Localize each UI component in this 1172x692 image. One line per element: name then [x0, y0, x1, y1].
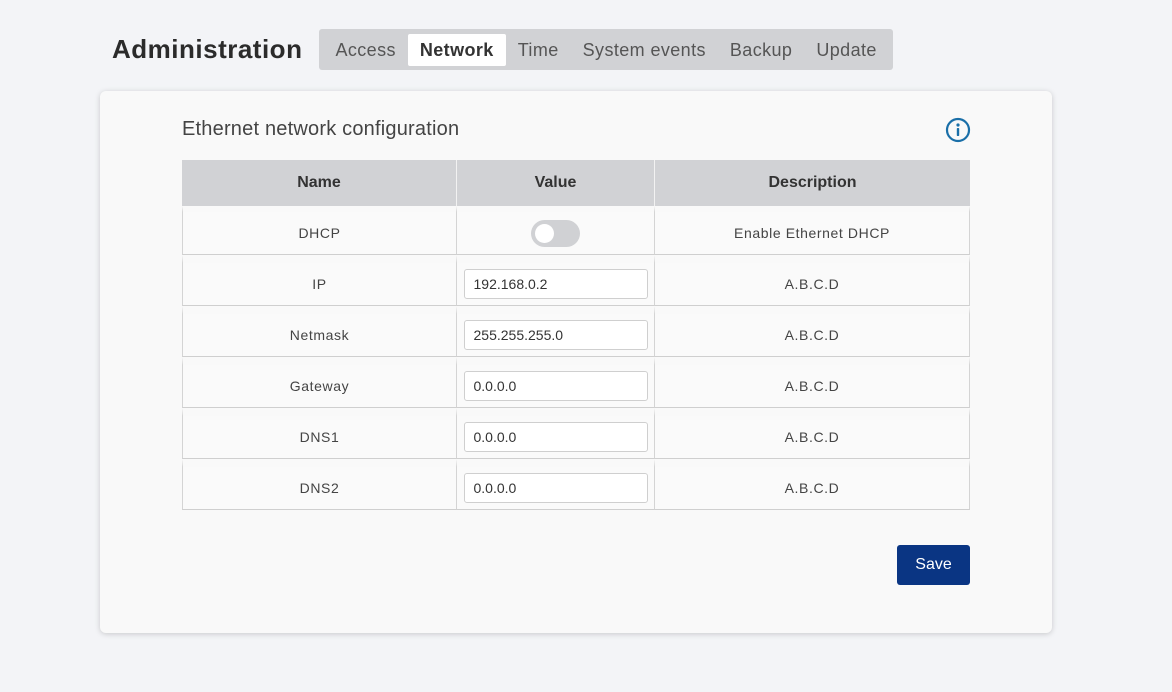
row-description: A.B.C.D [655, 306, 970, 357]
row-name: DHCP [182, 206, 457, 255]
network-config-table: Name Value Description DHCP Enable Ether… [182, 160, 970, 510]
row-name: Netmask [182, 306, 457, 357]
tab-time[interactable]: Time [506, 34, 571, 66]
column-header-description: Description [655, 160, 970, 206]
row-name: Gateway [182, 357, 457, 408]
row-description: A.B.C.D [655, 255, 970, 306]
page-header: Administration Access Network Time Syste… [112, 29, 893, 70]
tab-network[interactable]: Network [407, 33, 506, 66]
tab-system-events[interactable]: System events [571, 34, 718, 66]
row-description: A.B.C.D [655, 357, 970, 408]
table-row-ip: IP A.B.C.D [182, 255, 970, 306]
row-description: A.B.C.D [655, 408, 970, 459]
row-name: IP [182, 255, 457, 306]
column-header-value: Value [457, 160, 655, 206]
dns2-input[interactable] [463, 473, 648, 503]
table-row-netmask: Netmask A.B.C.D [182, 306, 970, 357]
row-value [457, 357, 655, 408]
row-description: A.B.C.D [655, 459, 970, 510]
network-config-card: Ethernet network configuration Name Valu… [100, 91, 1052, 633]
table-row-dhcp: DHCP Enable Ethernet DHCP [182, 206, 970, 255]
section-title: Ethernet network configuration [182, 118, 460, 140]
toggle-knob [535, 223, 554, 243]
admin-tabs: Access Network Time System events Backup… [319, 29, 893, 70]
tab-backup[interactable]: Backup [718, 34, 804, 66]
page-title: Administration [112, 34, 303, 64]
row-value [457, 459, 655, 510]
netmask-input[interactable] [463, 320, 648, 350]
dhcp-toggle[interactable] [531, 219, 580, 247]
gateway-input[interactable] [463, 371, 648, 401]
column-header-name: Name [182, 160, 457, 206]
table-row-dns1: DNS1 A.B.C.D [182, 408, 970, 459]
row-value [457, 255, 655, 306]
table-header-row: Name Value Description [182, 160, 970, 206]
row-name: DNS2 [182, 459, 457, 510]
ip-input[interactable] [463, 269, 648, 299]
table-row-dns2: DNS2 A.B.C.D [182, 459, 970, 510]
dns1-input[interactable] [463, 422, 648, 452]
info-circle-icon[interactable] [945, 117, 971, 143]
row-value [457, 408, 655, 459]
tab-access[interactable]: Access [323, 34, 407, 66]
row-value [457, 206, 655, 255]
row-value [457, 306, 655, 357]
save-button[interactable]: Save [897, 545, 970, 585]
row-description: Enable Ethernet DHCP [655, 206, 970, 255]
table-row-gateway: Gateway A.B.C.D [182, 357, 970, 408]
row-name: DNS1 [182, 408, 457, 459]
tab-update[interactable]: Update [804, 34, 888, 66]
